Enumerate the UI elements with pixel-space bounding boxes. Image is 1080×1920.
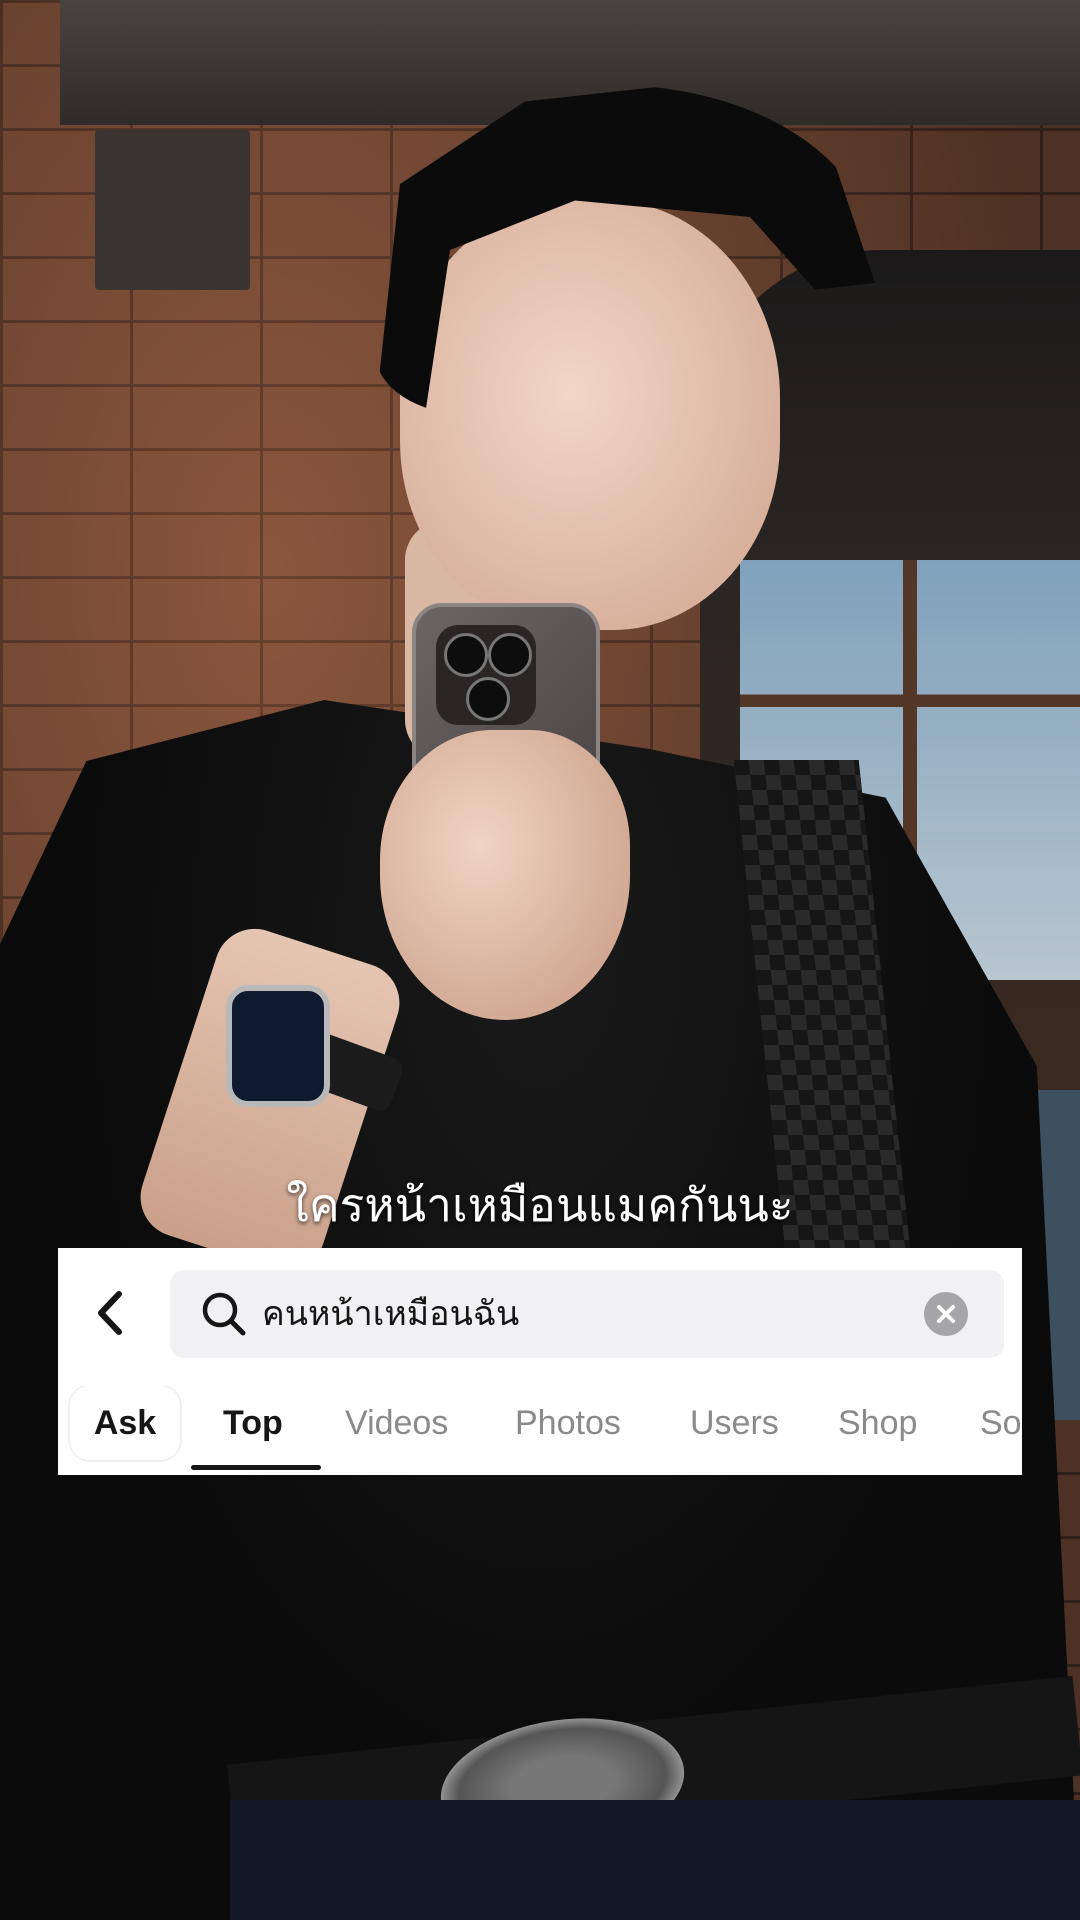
- search-icon: [202, 1292, 246, 1336]
- person-face: [400, 200, 780, 630]
- video-caption: ใครหน้าเหมือนแมคกันนะ: [286, 1179, 794, 1231]
- clear-x-icon: [937, 1305, 955, 1323]
- wall-vent: [95, 130, 250, 290]
- back-button[interactable]: [80, 1280, 140, 1346]
- search-panel: คนหน้าเหมือนฉัน Ask Top Videos Photos Us…: [58, 1248, 1022, 1475]
- person-hand: [380, 730, 630, 1020]
- camera-lens: [444, 633, 488, 677]
- camera-lens: [466, 677, 510, 721]
- tab-videos[interactable]: Videos: [345, 1386, 448, 1460]
- background-photo: [0, 0, 1080, 1920]
- jeans: [230, 1800, 1080, 1920]
- tab-photos[interactable]: Photos: [515, 1386, 621, 1460]
- chevron-left-icon: [98, 1291, 122, 1335]
- camera-module: [436, 625, 536, 725]
- search-input[interactable]: คนหน้าเหมือนฉัน: [170, 1270, 1004, 1358]
- clear-search-button[interactable]: [924, 1292, 968, 1336]
- search-result-tabs: Ask Top Videos Photos Users Shop So: [58, 1386, 1022, 1471]
- camera-lens: [488, 633, 532, 677]
- tab-ask[interactable]: Ask: [70, 1386, 180, 1460]
- active-tab-indicator: [191, 1465, 321, 1470]
- tab-users[interactable]: Users: [690, 1386, 779, 1460]
- tab-top[interactable]: Top: [223, 1386, 283, 1460]
- search-query-text: คนหน้าเหมือนฉัน: [262, 1295, 520, 1333]
- tab-shop[interactable]: Shop: [838, 1386, 917, 1460]
- tab-so[interactable]: So: [980, 1386, 1022, 1460]
- smartwatch: [226, 985, 330, 1107]
